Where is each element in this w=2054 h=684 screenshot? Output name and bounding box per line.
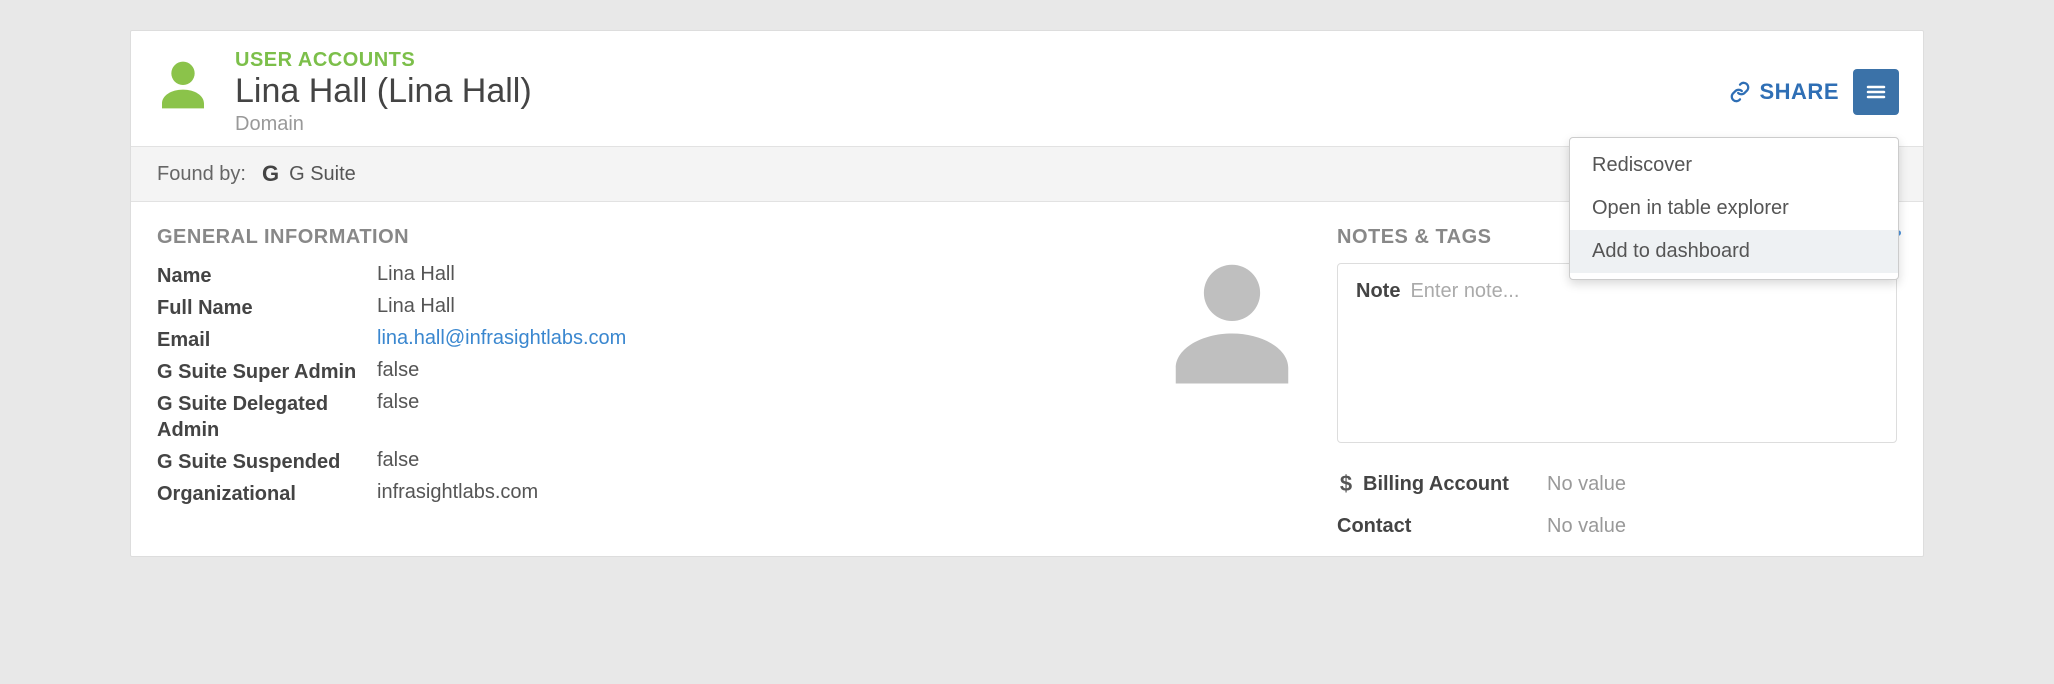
info-value-link[interactable]: lina.hall@infrasightlabs.com	[377, 327, 626, 350]
note-label: Note	[1356, 280, 1400, 303]
dropdown-item-rediscover[interactable]: Rediscover	[1570, 144, 1898, 187]
general-info-table: NameLina HallFull NameLina HallEmaillina…	[157, 263, 1307, 507]
info-row: NameLina Hall	[157, 263, 1307, 289]
tag-value: No value	[1547, 473, 1626, 496]
share-button[interactable]: SHARE	[1729, 79, 1839, 105]
profile-avatar-placeholder-icon	[1157, 246, 1307, 396]
info-label: Organizational	[157, 481, 377, 507]
tag-key: $Billing Account	[1337, 471, 1537, 497]
general-info-heading: GENERAL INFORMATION	[157, 226, 1307, 249]
tag-value: No value	[1547, 515, 1626, 538]
tag-key: Contact	[1337, 515, 1537, 538]
info-label: G Suite Suspended	[157, 449, 377, 475]
dropdown-item-add-to-dashboard[interactable]: Add to dashboard	[1570, 230, 1898, 273]
gsuite-logo-icon: G	[262, 161, 279, 187]
actions-dropdown: Rediscover Open in table explorer Add to…	[1569, 137, 1899, 280]
info-label: G Suite Delegated Admin	[157, 391, 377, 443]
note-box: Note	[1337, 263, 1897, 443]
info-label: Full Name	[157, 295, 377, 321]
info-value: Lina Hall	[377, 263, 455, 286]
info-row: Emaillina.hall@infrasightlabs.com	[157, 327, 1307, 353]
info-value: infrasightlabs.com	[377, 481, 538, 504]
tag-rows: $Billing Account No value Contact No value	[1337, 471, 1897, 538]
category-label: USER ACCOUNTS	[235, 49, 1729, 72]
page-title: Lina Hall (Lina Hall)	[235, 72, 1729, 111]
dropdown-item-open-table-explorer[interactable]: Open in table explorer	[1570, 187, 1898, 230]
note-input[interactable]	[1410, 280, 1878, 303]
info-label: Name	[157, 263, 377, 289]
info-row: Organizationalinfrasightlabs.com	[157, 481, 1307, 507]
detail-card: USER ACCOUNTS Lina Hall (Lina Hall) Doma…	[130, 30, 1924, 557]
general-info-column: GENERAL INFORMATION NameLina HallFull Na…	[157, 226, 1307, 556]
card-header: USER ACCOUNTS Lina Hall (Lina Hall) Doma…	[131, 31, 1923, 146]
info-row: Full NameLina Hall	[157, 295, 1307, 321]
share-label: SHARE	[1759, 79, 1839, 105]
info-row: G Suite Super Adminfalse	[157, 359, 1307, 385]
info-row: G Suite Suspendedfalse	[157, 449, 1307, 475]
user-avatar-icon	[155, 57, 211, 113]
found-by-label: Found by:	[157, 163, 246, 186]
info-label: G Suite Super Admin	[157, 359, 377, 385]
tag-row: Contact No value	[1337, 515, 1897, 538]
page-subtitle: Domain	[235, 113, 1729, 136]
dollar-icon: $	[1337, 471, 1355, 497]
hamburger-menu-button[interactable]	[1853, 69, 1899, 115]
info-value: Lina Hall	[377, 295, 455, 318]
tag-row: $Billing Account No value	[1337, 471, 1897, 497]
info-value: false	[377, 359, 419, 382]
found-by-source: G Suite	[289, 163, 356, 186]
info-label: Email	[157, 327, 377, 353]
info-row: G Suite Delegated Adminfalse	[157, 391, 1307, 443]
info-value: false	[377, 449, 419, 472]
info-value: false	[377, 391, 419, 414]
